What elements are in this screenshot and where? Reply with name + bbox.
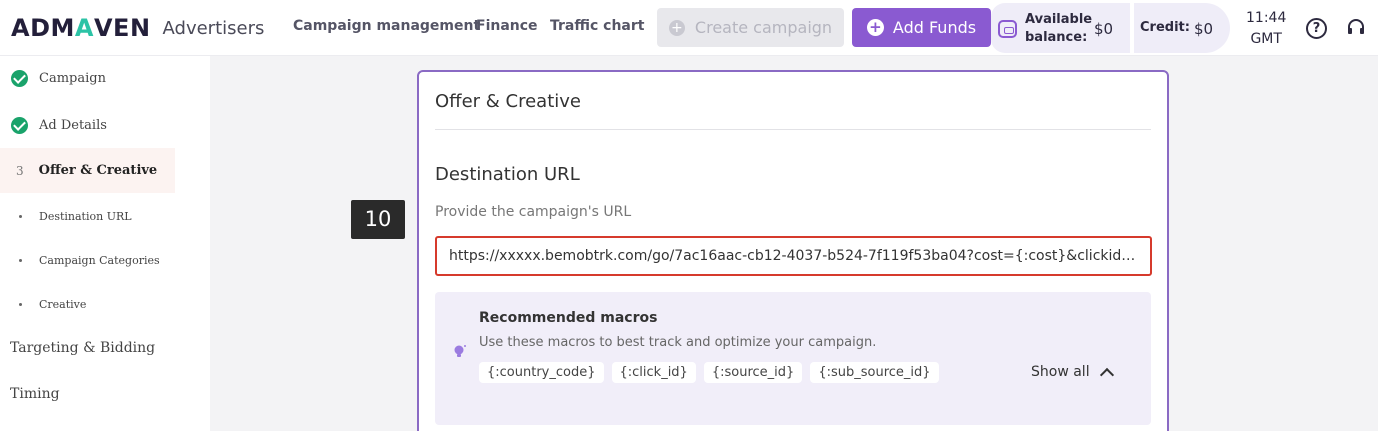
- macro-chip-country-code[interactable]: {:country_code}: [479, 362, 604, 383]
- card-title: Offer & Creative: [435, 91, 581, 112]
- recommended-macros-panel: Recommended macros Use these macros to b…: [435, 292, 1151, 425]
- credit-label: Credit:: [1140, 20, 1190, 35]
- plus-icon: +: [866, 19, 884, 36]
- macros-title: Recommended macros: [479, 310, 658, 326]
- nav-traffic-chart[interactable]: Traffic chart: [550, 18, 644, 34]
- admaven-logo[interactable]: AD M A V EN Advertisers: [11, 14, 264, 42]
- sidebar-item-offer-creative[interactable]: 3 Offer & Creative: [0, 148, 175, 193]
- add-funds-label: Add Funds: [892, 18, 977, 37]
- credit-value: $0: [1194, 20, 1214, 38]
- step-marker-badge: 10: [351, 200, 405, 239]
- check-circle-icon: [11, 117, 28, 134]
- sidebar-item-timing[interactable]: Timing: [0, 382, 175, 406]
- headset-icon[interactable]: [1347, 19, 1365, 37]
- sidebar-subitem-destination-url[interactable]: Destination URL: [0, 205, 175, 227]
- macro-chip-source-id[interactable]: {:source_id}: [703, 362, 803, 383]
- logo-subtitle: Advertisers: [162, 17, 265, 39]
- macro-chip-sub-source-id[interactable]: {:sub_source_id}: [810, 362, 939, 383]
- macros-description: Use these macros to best track and optim…: [479, 335, 877, 350]
- show-all-label: Show all: [1031, 364, 1090, 380]
- chevron-up-icon: [1099, 367, 1114, 383]
- destination-url-input[interactable]: https://xxxxx.bemobtrk.com/go/7ac16aac-c…: [435, 236, 1152, 276]
- available-balance-value: $0: [1094, 20, 1114, 38]
- logo-wordmark: AD M A V EN: [11, 14, 151, 42]
- sidebar-subitem-creative[interactable]: Creative: [0, 293, 175, 315]
- lightbulb-icon: [454, 345, 466, 357]
- wallet-icon: [998, 20, 1017, 38]
- sidebar-subitem-campaign-categories[interactable]: Campaign Categories: [0, 249, 175, 271]
- nav-campaign-management[interactable]: Campaign management: [293, 18, 480, 34]
- nav-finance[interactable]: Finance: [476, 18, 538, 34]
- show-all-toggle[interactable]: Show all: [1031, 364, 1114, 383]
- check-circle-icon: [11, 70, 28, 87]
- step-number: 3: [16, 163, 24, 178]
- clock: 11:44 GMT: [1246, 10, 1287, 47]
- help-icon[interactable]: ?: [1306, 18, 1327, 39]
- plus-icon: +: [668, 19, 685, 36]
- destination-url-description: Provide the campaign's URL: [435, 204, 632, 220]
- macro-chip-click-id[interactable]: {:click_id}: [611, 362, 696, 383]
- bullet-icon: [19, 258, 22, 262]
- available-balance: Available balance: $0: [991, 3, 1130, 53]
- sidebar-item-ad-details[interactable]: Ad Details: [0, 113, 175, 138]
- credit-balance: Credit: $0: [1134, 3, 1230, 53]
- top-header: AD M A V EN Advertisers Campaign managem…: [0, 0, 1378, 56]
- wizard-sidebar: Campaign Ad Details 3 Offer & Creative D…: [0, 56, 210, 431]
- create-campaign-label: Create campaign: [694, 18, 833, 37]
- available-balance-label: Available balance:: [1025, 12, 1093, 45]
- macro-chips: {:country_code} {:click_id} {:source_id}…: [479, 362, 939, 383]
- divider: [435, 129, 1151, 130]
- bullet-icon: [19, 302, 22, 306]
- add-funds-button[interactable]: + Add Funds: [852, 8, 991, 47]
- sidebar-item-campaign[interactable]: Campaign: [0, 66, 175, 91]
- sidebar-item-targeting-bidding[interactable]: Targeting & Bidding: [0, 336, 175, 360]
- offer-creative-card: Offer & Creative Destination URL Provide…: [417, 70, 1169, 431]
- destination-url-heading: Destination URL: [435, 164, 580, 185]
- bullet-icon: [19, 214, 22, 218]
- create-campaign-button[interactable]: + Create campaign: [657, 8, 844, 47]
